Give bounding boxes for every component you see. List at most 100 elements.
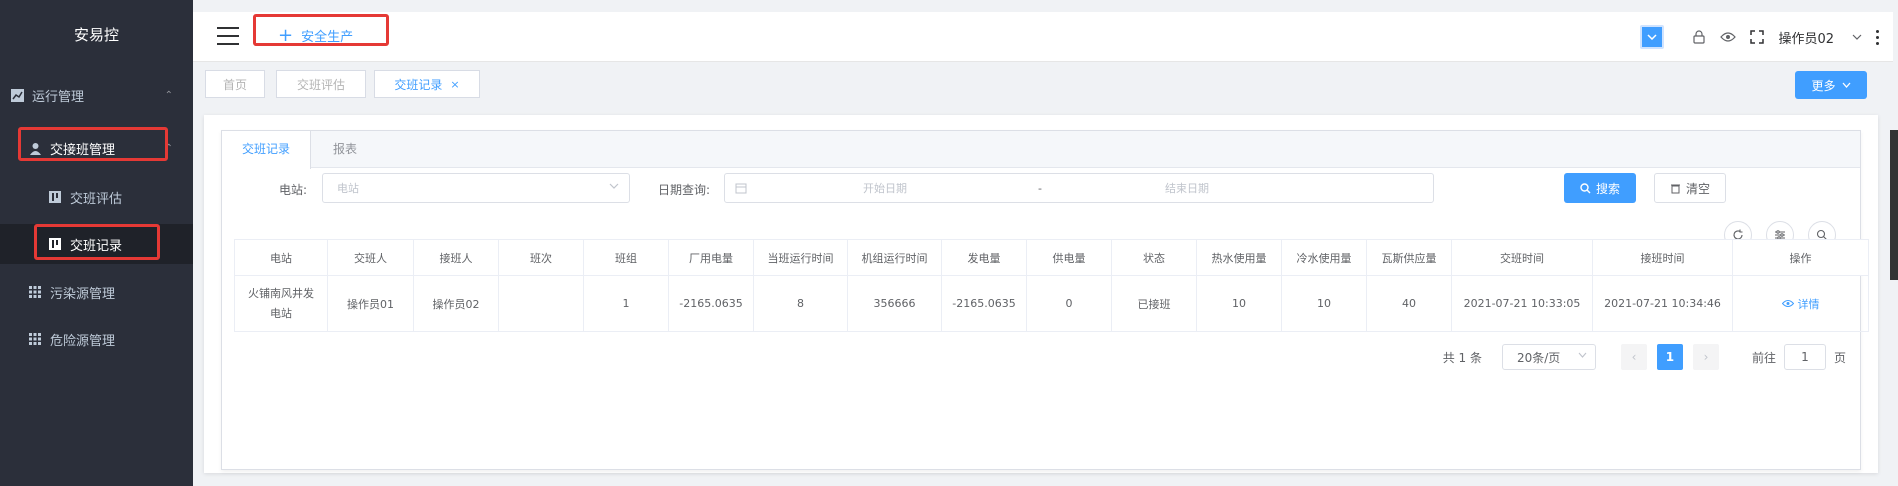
details-label: 详情 xyxy=(1797,297,1820,311)
cell-receiver: 操作员02 xyxy=(413,275,499,332)
station-select[interactable]: 电站 xyxy=(322,173,630,203)
clear-button[interactable]: 清空 xyxy=(1654,173,1726,203)
sidebar-item-shift-evaluation[interactable]: 交班评估 xyxy=(0,177,193,217)
goto-page-input[interactable]: 1 xyxy=(1783,344,1826,370)
column-header: 接班时间 xyxy=(1592,239,1733,276)
shift-records-table: 电站 交班人 接班人 班次 班组 厂用电量 当班运行时间 机组运行时间 发电量 … xyxy=(234,239,1869,332)
dropdown-toggle-button[interactable] xyxy=(1640,25,1665,49)
start-date-input[interactable]: 开始日期 xyxy=(863,180,907,196)
column-header: 状态 xyxy=(1111,239,1197,276)
tag-label: 交班记录 xyxy=(394,77,443,92)
cell-team: 1 xyxy=(583,275,669,332)
pagination: 共 1 条 20条/页 ‹ 1 › 前往 1 页 xyxy=(1443,344,1846,370)
sidebar-item-operation[interactable]: 运行管理 ⌃ xyxy=(0,75,193,115)
tag-label: 交班评估 xyxy=(296,77,345,92)
module-tab-label: 安全生产 xyxy=(301,30,354,45)
topbar-actions: 操作员02 xyxy=(1640,24,1879,50)
module-tab-safety[interactable]: + 安全生产 xyxy=(278,26,353,45)
page-unit-label: 页 xyxy=(1833,350,1846,365)
eye-icon[interactable] xyxy=(1720,31,1737,43)
tabs-card: 交班记录 报表 电站: 电站 日期查询: 开始日期 - 结束日期 搜索 清空 电… xyxy=(221,130,1869,470)
search-icon xyxy=(1580,182,1591,193)
page-number-button[interactable]: 1 xyxy=(1656,344,1683,370)
column-header: 瓦斯供应量 xyxy=(1366,239,1452,276)
page-size-value: 20条/页 xyxy=(1516,350,1561,365)
main-content: 交班记录 报表 电站: 电站 日期查询: 开始日期 - 结束日期 搜索 清空 电… xyxy=(204,115,1878,473)
prev-page-button[interactable]: ‹ xyxy=(1620,344,1647,370)
chart-icon xyxy=(10,88,24,102)
column-header: 厂用电量 xyxy=(668,239,754,276)
report-icon xyxy=(48,237,62,251)
sidebar-item-label: 危险源管理 xyxy=(50,333,116,349)
search-button[interactable]: 搜索 xyxy=(1564,173,1636,203)
tag-shift-evaluation[interactable]: 交班评估 xyxy=(276,70,366,98)
date-range-picker[interactable]: 开始日期 - 结束日期 xyxy=(724,173,1434,203)
hamburger-icon[interactable] xyxy=(217,27,239,45)
end-date-input[interactable]: 结束日期 xyxy=(1165,180,1209,196)
tag-shift-records[interactable]: 交班记录 × xyxy=(374,70,480,98)
sidebar-item-label: 交班记录 xyxy=(70,238,123,254)
tag-home[interactable]: 首页 xyxy=(205,70,265,98)
pager-total: 共 1 条 xyxy=(1442,350,1482,365)
brand-title: 安易控 xyxy=(73,26,119,44)
search-label: 搜索 xyxy=(1595,181,1620,196)
top-navbar: + 安全生产 操作员02 xyxy=(193,12,1893,62)
station-placeholder: 电站 xyxy=(337,182,359,195)
user-icon xyxy=(28,141,42,155)
scrollbar[interactable] xyxy=(1890,130,1898,280)
chevron-down-icon xyxy=(1842,82,1850,88)
tab-report[interactable]: 报表 xyxy=(313,131,377,168)
cell-plant-power: -2165.0635 xyxy=(668,275,754,332)
cell-receive-time: 2021-07-21 10:34:46 xyxy=(1592,275,1733,332)
close-icon[interactable]: × xyxy=(450,78,459,91)
grid-icon xyxy=(28,285,42,299)
cell-unit-run-time: 356666 xyxy=(847,275,942,332)
column-header: 电站 xyxy=(234,239,328,276)
column-header: 机组运行时间 xyxy=(847,239,942,276)
station-label: 电站: xyxy=(279,183,308,197)
cell-shift xyxy=(498,275,584,332)
lock-icon[interactable] xyxy=(1692,30,1706,44)
trash-icon xyxy=(1670,184,1680,193)
cell-shift-run-time: 8 xyxy=(753,275,848,332)
chevron-down-icon xyxy=(1647,34,1657,40)
plus-icon: + xyxy=(278,24,294,46)
date-query-label: 日期查询: xyxy=(658,183,711,197)
chevron-up-icon: ⌃ xyxy=(164,89,173,101)
chevron-down-icon xyxy=(609,183,619,189)
column-header: 当班运行时间 xyxy=(753,239,848,276)
chevron-down-icon[interactable] xyxy=(1852,34,1862,40)
sidebar-item-pollution[interactable]: 污染源管理 xyxy=(0,272,193,312)
column-header: 交班时间 xyxy=(1451,239,1593,276)
app-root: 安易控 运行管理 ⌃ 交接班管理 ⌃ 交班评估 交班记录 污染源管理 危险源管理… xyxy=(0,0,1898,486)
chevron-up-icon: ⌃ xyxy=(164,142,173,154)
goto-label: 前往 xyxy=(1751,350,1776,365)
cell-handover-time: 2021-07-21 10:33:05 xyxy=(1451,275,1593,332)
cell-station: 火铺南风井发电站 xyxy=(234,275,328,332)
fullscreen-icon[interactable] xyxy=(1750,30,1765,44)
column-header: 供电量 xyxy=(1026,239,1112,276)
details-link[interactable]: 详情 xyxy=(1781,296,1820,312)
cell-generation: -2165.0635 xyxy=(941,275,1027,332)
chevron-down-icon xyxy=(1578,352,1587,358)
column-header: 操作 xyxy=(1732,239,1869,276)
date-separator: - xyxy=(1038,181,1042,195)
cell-cold-water: 10 xyxy=(1281,275,1367,332)
sidebar-item-label: 交班评估 xyxy=(70,191,123,207)
column-header: 热水使用量 xyxy=(1196,239,1282,276)
more-vertical-icon[interactable] xyxy=(1876,29,1879,45)
column-header: 冷水使用量 xyxy=(1281,239,1367,276)
page-size-select[interactable]: 20条/页 xyxy=(1501,344,1596,370)
more-button[interactable]: 更多 xyxy=(1795,71,1867,99)
clear-label: 清空 xyxy=(1685,181,1710,196)
next-page-button[interactable]: › xyxy=(1692,344,1719,370)
current-user[interactable]: 操作员02 xyxy=(1778,28,1834,47)
sidebar-item-shift-records[interactable]: 交班记录 xyxy=(0,224,193,264)
sidebar-item-label: 交接班管理 xyxy=(50,142,116,158)
tabs-header: 交班记录 报表 xyxy=(222,131,1860,169)
tab-shift-records[interactable]: 交班记录 xyxy=(222,131,312,169)
column-header: 班次 xyxy=(498,239,584,276)
column-header: 交班人 xyxy=(327,239,414,276)
sidebar-item-shift-management[interactable]: 交接班管理 ⌃ xyxy=(0,128,193,168)
sidebar-item-hazard[interactable]: 危险源管理 xyxy=(0,319,193,359)
